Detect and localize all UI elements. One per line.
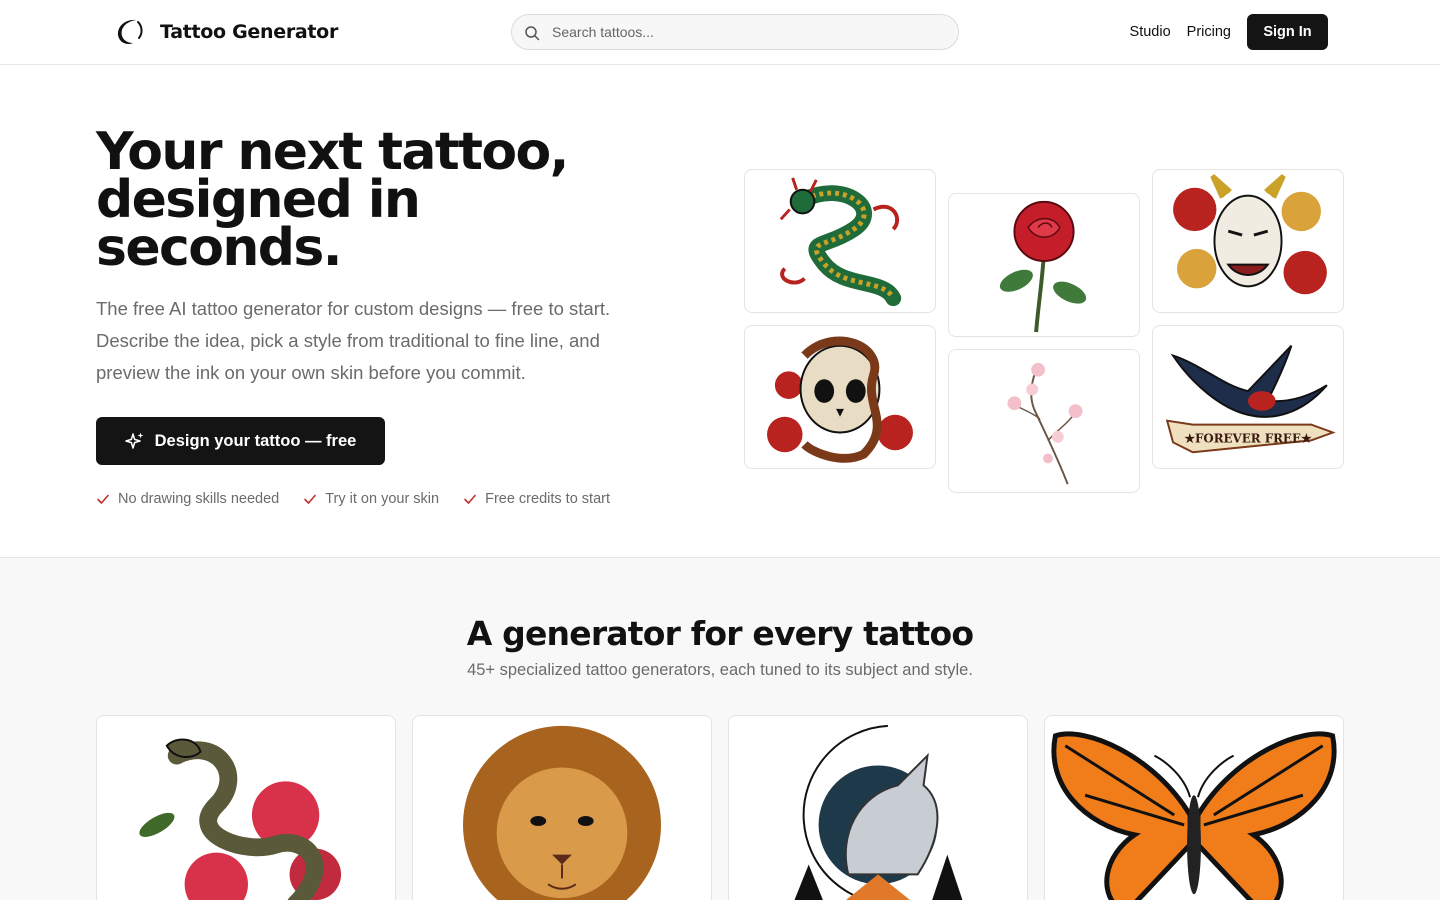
rose-tattoo-image (999, 200, 1087, 333)
gallery-tile-dragon[interactable] (744, 169, 936, 313)
logo-text: Tattoo Generator (160, 21, 339, 43)
crescent-logo-icon (117, 19, 143, 45)
check-icon (464, 494, 476, 504)
section-subtitle: 45+ specialized tattoo generators, each … (467, 661, 973, 679)
hero-description: The free AI tattoo generator for custom … (96, 298, 611, 383)
feature-checklist: No drawing skills needed Try it on your … (96, 489, 634, 509)
search-icon (525, 26, 540, 41)
check-icon (97, 494, 109, 504)
swallow-banner-tattoo-image: ★FOREVER FREE★ (1165, 345, 1336, 454)
lion-tattoo-image (463, 725, 661, 900)
check-item: Try it on your skin (303, 491, 439, 507)
monarch-butterfly-tattoo-image (1051, 731, 1337, 900)
dragon-tattoo-image (779, 177, 902, 307)
gallery-tile-swallow[interactable]: ★FOREVER FREE★ (1152, 325, 1344, 469)
gallery-tile-cherry-blossom[interactable] (948, 349, 1140, 493)
nav-studio-link[interactable]: Studio (1130, 24, 1171, 40)
check-item: Free credits to start (463, 491, 610, 507)
hannya-mask-tattoo-image (1173, 174, 1327, 295)
design-tattoo-cta-button[interactable]: Design your tattoo — free (96, 417, 385, 465)
check-label: Free credits to start (485, 491, 610, 507)
check-item: No drawing skills needed (96, 491, 279, 507)
generator-card-butterfly[interactable] (1044, 715, 1344, 900)
gallery-tile-hannya[interactable] (1152, 169, 1344, 313)
snake-peony-tattoo-image (139, 738, 342, 900)
top-nav: Studio Pricing Sign In (1130, 14, 1328, 50)
generator-card-lion[interactable] (412, 715, 712, 900)
wolf-moon-tattoo-image (794, 724, 963, 900)
gallery-tile-rose[interactable] (948, 193, 1140, 337)
check-label: Try it on your skin (325, 491, 440, 507)
search-bar[interactable] (511, 14, 959, 50)
check-label: No drawing skills needed (118, 491, 280, 507)
search-input[interactable] (552, 24, 942, 40)
hero-title: Your next tattoo, designed in seconds. (96, 122, 569, 278)
nav-pricing-link[interactable]: Pricing (1187, 24, 1231, 40)
banner-text: ★FOREVER FREE★ (1184, 431, 1312, 445)
site-header: Tattoo Generator Studio Pricing Sign In (0, 0, 1440, 65)
generators-section: A generator for every tattoo 45+ special… (0, 557, 1440, 900)
logo[interactable]: Tattoo Generator (114, 16, 338, 48)
section-title: A generator for every tattoo (466, 614, 974, 653)
cherry-blossom-tattoo-image (1007, 362, 1083, 485)
gallery-tile-skull[interactable] (744, 325, 936, 469)
generator-card-snake[interactable] (96, 715, 396, 900)
sparkles-icon (124, 432, 144, 449)
skull-snake-tattoo-image (767, 336, 913, 463)
cta-label: Design your tattoo — free (154, 431, 357, 450)
sign-in-button[interactable]: Sign In (1247, 14, 1328, 50)
generator-card-wolf[interactable] (728, 715, 1028, 900)
check-icon (304, 494, 317, 504)
